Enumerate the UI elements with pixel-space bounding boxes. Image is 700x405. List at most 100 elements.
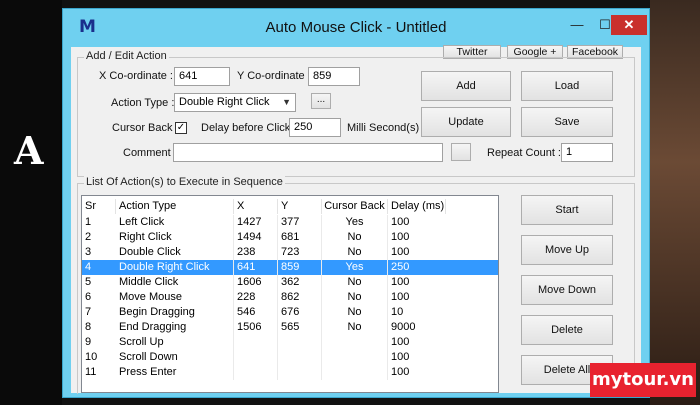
table-cell: 100 (391, 231, 410, 243)
table-cell: 5 (85, 276, 92, 288)
table-cell: Scroll Down (116, 350, 234, 365)
table-cell: 1506 (234, 320, 278, 335)
delay-unit-label: Milli Second(s) (347, 122, 420, 134)
column-header[interactable]: Action Type (116, 199, 234, 214)
table-cell: 100 (391, 216, 410, 228)
table-cell: 7 (85, 306, 92, 318)
move-down-button[interactable]: Move Down (521, 275, 613, 305)
action-list[interactable]: Sr Action Type X Y Cursor Back Delay (ms… (81, 195, 499, 393)
table-cell: 565 (278, 320, 322, 335)
action-type-select[interactable]: Double Right Click ▼ (174, 93, 296, 112)
table-cell (278, 365, 322, 380)
table-cell: No (322, 230, 388, 245)
move-up-button[interactable]: Move Up (521, 235, 613, 265)
table-cell: 4 (85, 261, 92, 273)
table-cell: No (322, 320, 388, 335)
table-row[interactable]: 2 Right Click 1494 681 No 100 (82, 230, 498, 245)
table-cell (234, 335, 278, 350)
comment-input[interactable] (173, 143, 443, 162)
table-row[interactable]: 3 Double Click 238 723 No 100 (82, 245, 498, 260)
delete-button[interactable]: Delete (521, 315, 613, 345)
start-button[interactable]: Start (521, 195, 613, 225)
table-cell: 10 (85, 351, 98, 363)
table-cell (322, 350, 388, 365)
table-cell: 100 (391, 276, 410, 288)
x-coordinate-input[interactable]: 641 (174, 67, 230, 86)
table-cell (278, 335, 322, 350)
action-list-group-label: List Of Action(s) to Execute in Sequence (84, 176, 285, 188)
update-button[interactable]: Update (421, 107, 511, 137)
column-header[interactable]: Sr (82, 199, 116, 214)
table-row[interactable]: 7 Begin Dragging 546 676 No 10 (82, 305, 498, 320)
x-coordinate-label: X Co-ordinate : (99, 70, 173, 82)
table-cell: 641 (234, 260, 278, 275)
table-cell: No (322, 290, 388, 305)
table-cell: 3 (85, 246, 92, 258)
table-cell: Double Click (116, 245, 234, 260)
title-bar[interactable]: M Auto Mouse Click - Untitled — ☐ ✕ (63, 9, 649, 47)
table-cell (234, 365, 278, 380)
y-coordinate-label: Y Co-ordinate : (237, 70, 311, 82)
table-cell: Scroll Up (116, 335, 234, 350)
table-cell: 100 (391, 366, 410, 378)
app-window: M Auto Mouse Click - Untitled — ☐ ✕ Twit… (62, 8, 650, 398)
load-button[interactable]: Load (521, 71, 613, 101)
table-cell: 1427 (234, 215, 278, 230)
comment-browse-button[interactable] (451, 143, 471, 161)
table-row[interactable]: 8 End Dragging 1506 565 No 9000 (82, 320, 498, 335)
column-header[interactable]: Y (278, 199, 322, 214)
background-letter: A (14, 128, 44, 173)
column-header[interactable]: X (234, 199, 278, 214)
table-row[interactable]: 6 Move Mouse 228 862 No 100 (82, 290, 498, 305)
table-cell: Double Right Click (116, 260, 234, 275)
table-row[interactable]: 4 Double Right Click 641 859 Yes 250 (82, 260, 498, 275)
table-cell: Right Click (116, 230, 234, 245)
table-cell: 862 (278, 290, 322, 305)
table-cell (278, 350, 322, 365)
table-row[interactable]: 11 Press Enter 100 (82, 365, 498, 380)
table-cell: 100 (391, 336, 410, 348)
list-header: Sr Action Type X Y Cursor Back Delay (ms… (82, 199, 498, 214)
table-cell: 238 (234, 245, 278, 260)
table-cell: 11 (85, 366, 97, 378)
table-cell: Yes (322, 260, 388, 275)
table-cell: No (322, 305, 388, 320)
table-row[interactable]: 10 Scroll Down 100 (82, 350, 498, 365)
table-cell: 100 (391, 351, 410, 363)
table-cell: 9000 (391, 321, 416, 333)
table-cell: 228 (234, 290, 278, 305)
column-header[interactable]: Cursor Back (322, 199, 388, 214)
table-row[interactable]: 1 Left Click 1427 377 Yes 100 (82, 215, 498, 230)
table-cell: No (322, 275, 388, 290)
cursor-back-checkbox[interactable]: ✓ (175, 122, 187, 134)
add-button[interactable]: Add (421, 71, 511, 101)
table-cell: 723 (278, 245, 322, 260)
close-button[interactable]: ✕ (611, 15, 647, 35)
table-row[interactable]: 5 Middle Click 1606 362 No 100 (82, 275, 498, 290)
table-cell: 2 (85, 231, 92, 243)
table-cell (322, 335, 388, 350)
background-left (0, 0, 62, 405)
table-cell: End Dragging (116, 320, 234, 335)
table-cell: 1 (85, 216, 92, 228)
column-header[interactable]: Delay (ms) (388, 199, 446, 214)
y-coordinate-input[interactable]: 859 (308, 67, 360, 86)
delay-input[interactable]: 250 (289, 118, 341, 137)
minimize-button[interactable]: — (563, 15, 591, 35)
table-cell: 676 (278, 305, 322, 320)
table-cell: 1494 (234, 230, 278, 245)
background-right (650, 0, 700, 405)
table-cell: 9 (85, 336, 92, 348)
table-row[interactable]: 9 Scroll Up 100 (82, 335, 498, 350)
window-title: Auto Mouse Click - Untitled (265, 19, 447, 36)
table-cell: Move Mouse (116, 290, 234, 305)
save-button[interactable]: Save (521, 107, 613, 137)
window-client-area: Twitter Google + Facebook Add / Edit Act… (71, 45, 641, 394)
action-type-value: Double Right Click (179, 96, 270, 108)
chevron-down-icon: ▼ (282, 97, 291, 107)
table-cell: Press Enter (116, 365, 234, 380)
browse-button[interactable]: ... (311, 93, 331, 109)
repeat-count-input[interactable]: 1 (561, 143, 613, 162)
add-edit-group-label: Add / Edit Action (84, 50, 169, 62)
table-cell: 100 (391, 291, 410, 303)
